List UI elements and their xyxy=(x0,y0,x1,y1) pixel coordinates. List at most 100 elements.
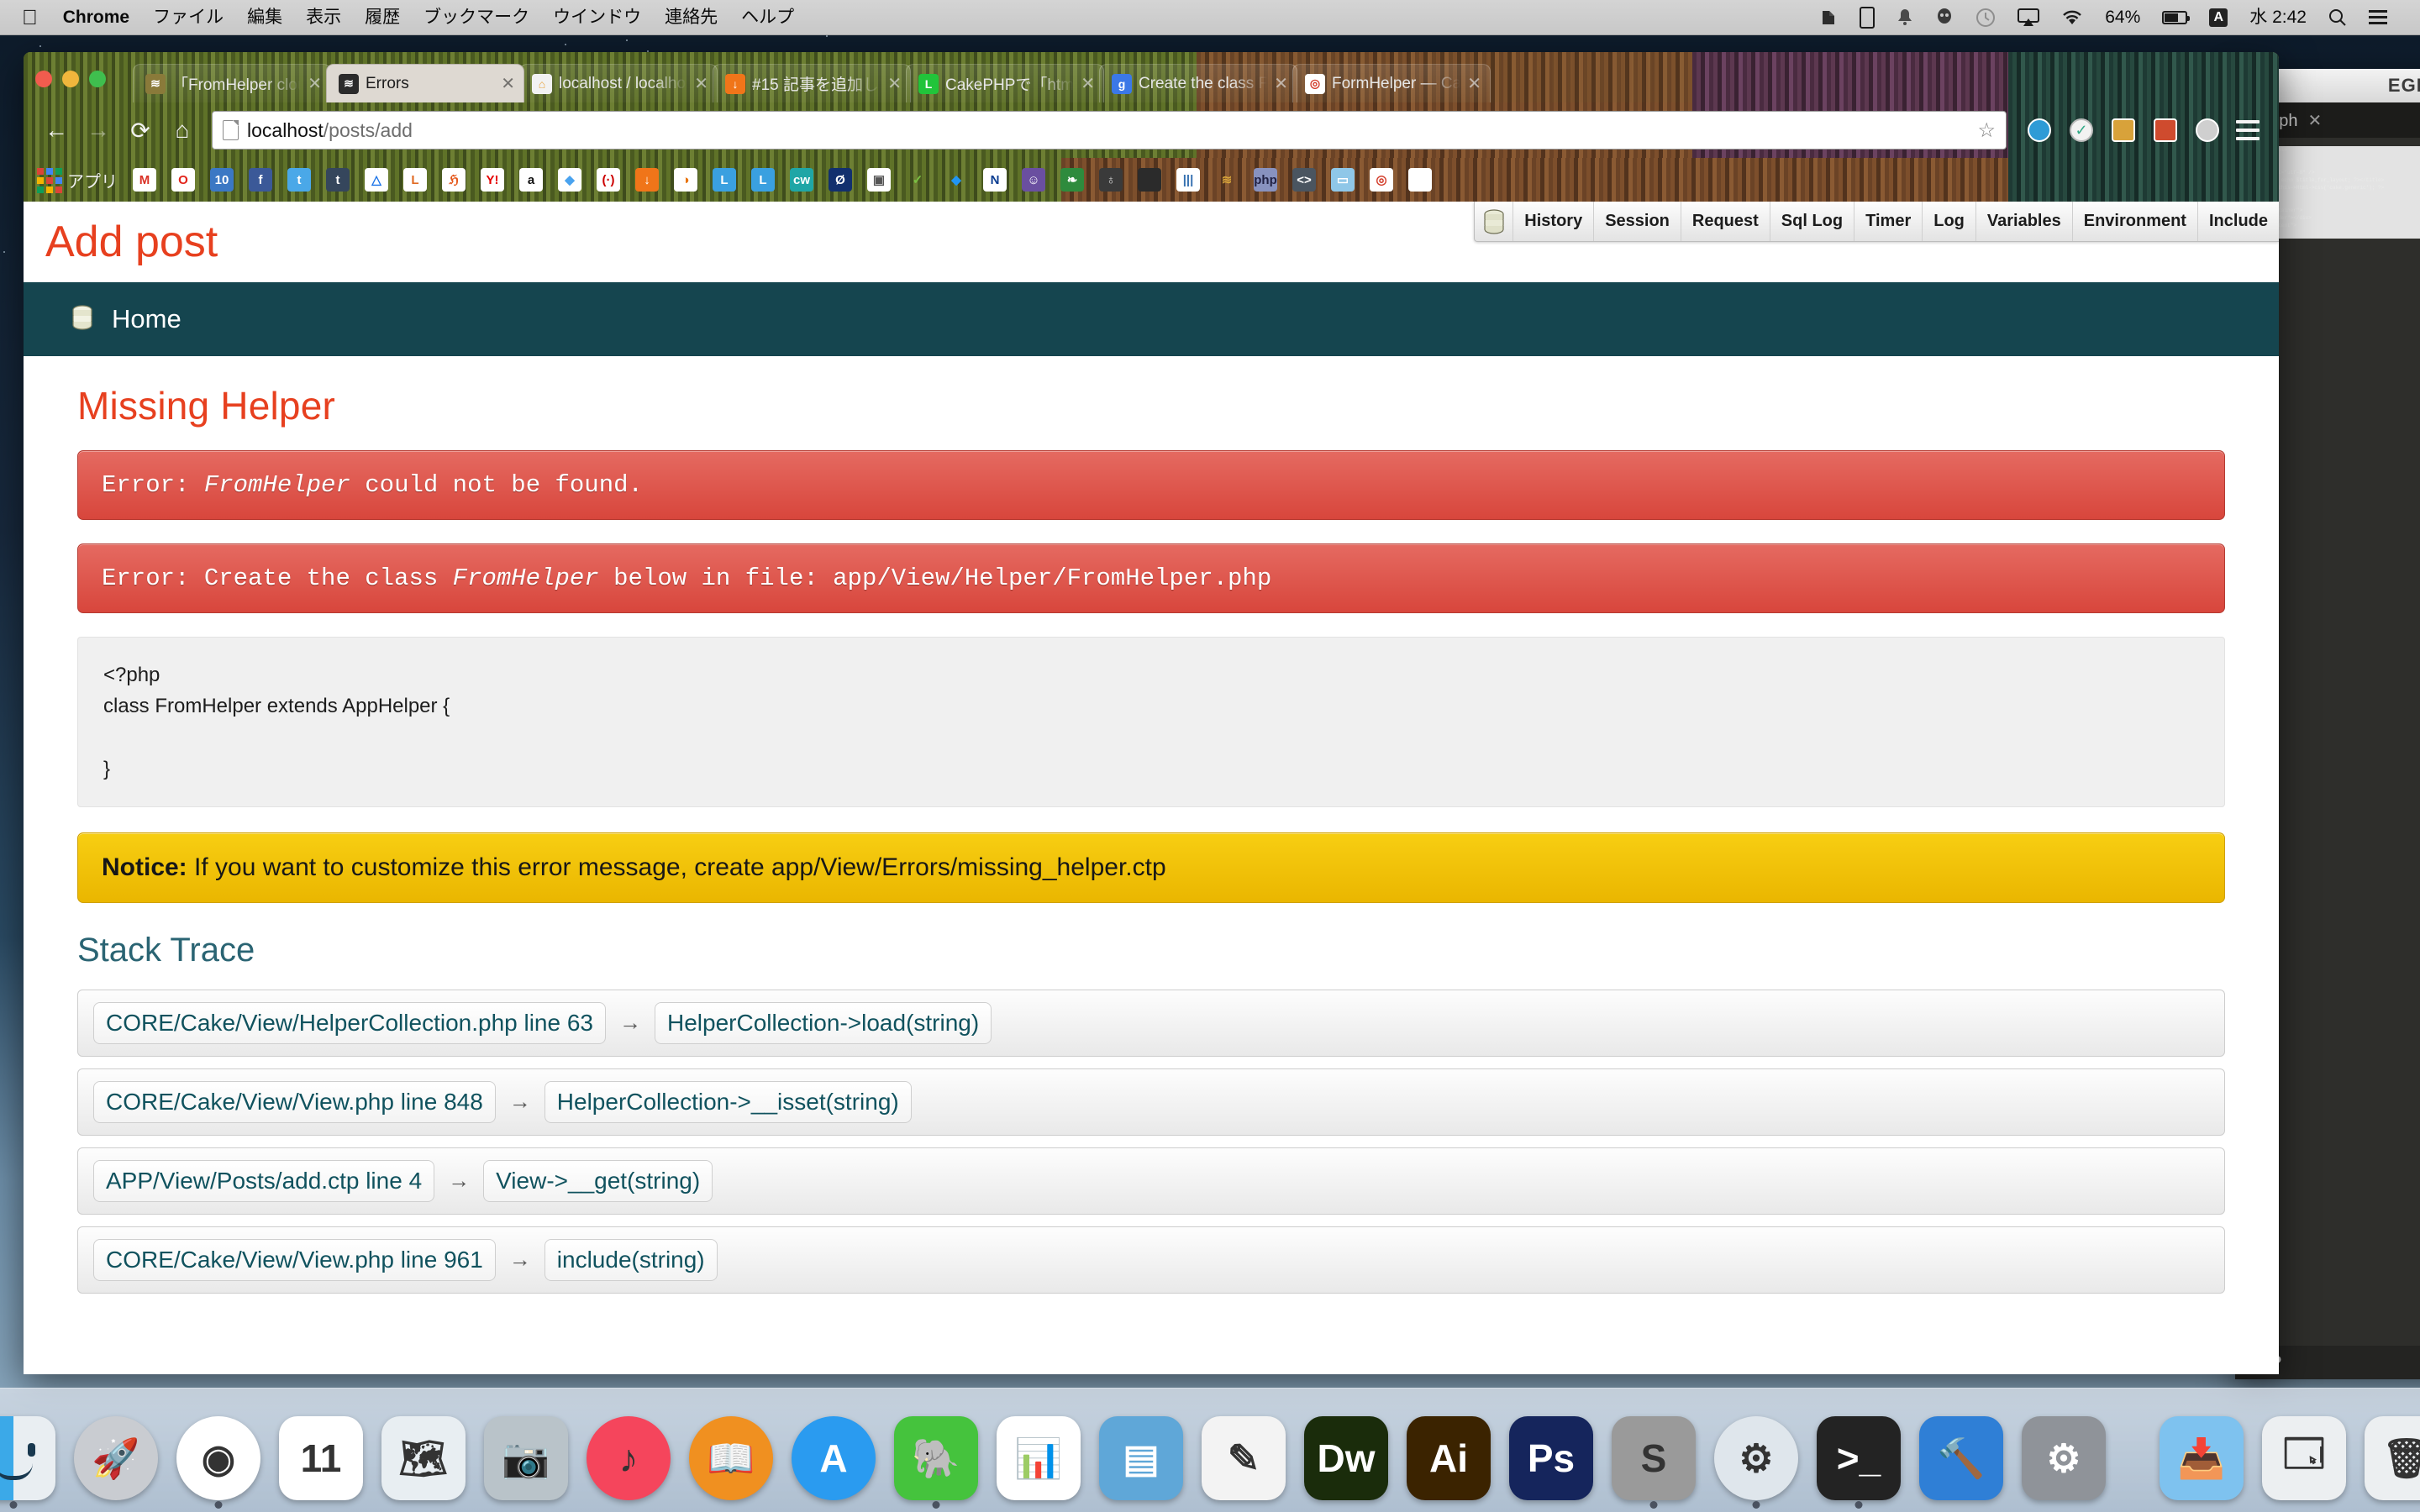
stack-trace-row[interactable]: APP/View/Posts/add.ctp line 4 → View->__ge… xyxy=(77,1147,2225,1215)
dock-item-downloads-stack[interactable]: 📥 xyxy=(2156,1410,2247,1500)
stack-trace-file[interactable]: CORE/Cake/View/HelperCollection.php line… xyxy=(93,1002,606,1044)
menu-item-chrome[interactable]: Chrome xyxy=(51,0,141,35)
breadcrumb-link-home[interactable]: Home xyxy=(112,304,182,334)
dock-item-finder[interactable] xyxy=(0,1410,59,1500)
stack-trace-row[interactable]: CORE/Cake/View/View.php line 848 → HelperC… xyxy=(77,1068,2225,1136)
extension-lightbulb-icon[interactable] xyxy=(2186,109,2228,151)
browser-tab[interactable]: L CakePHPで「htmlHe ✕ xyxy=(906,64,1104,102)
debug-tab-log[interactable]: Log xyxy=(1923,202,1976,241)
bookmark-item[interactable]: f xyxy=(241,168,280,192)
address-bar[interactable]: localhost/posts/add ☆ xyxy=(212,111,2007,150)
time-machine-icon[interactable] xyxy=(1965,8,2007,28)
menu-item-view[interactable]: 表示 xyxy=(294,0,353,35)
tab-close-icon[interactable]: ✕ xyxy=(308,73,322,94)
star-icon[interactable]: ☆ xyxy=(1977,118,1996,143)
debug-tab-sql-log[interactable]: Sql Log xyxy=(1770,202,1854,241)
stack-trace-row[interactable]: CORE/Cake/View/View.php line 961 → include… xyxy=(77,1226,2225,1294)
menu-item-history[interactable]: 履歴 xyxy=(353,0,412,35)
stack-trace-call[interactable]: HelperCollection->load(string) xyxy=(655,1002,992,1044)
bookmark-item[interactable]: ✓ xyxy=(898,168,937,192)
bookmark-item[interactable]: Y! xyxy=(473,168,512,192)
bookmark-item[interactable]: t xyxy=(280,168,318,192)
bell-icon[interactable] xyxy=(1886,8,1924,28)
browser-tab-active[interactable]: ≋ Errors ✕ xyxy=(326,64,524,102)
dock-item-appstore[interactable]: A xyxy=(788,1410,879,1500)
forward-arrow-icon[interactable]: → xyxy=(77,109,119,151)
bookmark-item[interactable]: L xyxy=(705,168,744,192)
debug-tab-session[interactable]: Session xyxy=(1594,202,1681,241)
tab-close-icon[interactable]: ✕ xyxy=(1274,73,1288,94)
tab-list[interactable]: ≋ 「FromHelper cloud ✕ ≋ Errors ✕ ⌂ local… xyxy=(133,64,1486,102)
tab-close-icon[interactable]: ✕ xyxy=(501,73,515,94)
menu-item-help[interactable]: ヘルプ xyxy=(729,0,806,35)
extension-globe-icon[interactable] xyxy=(2018,109,2060,151)
cakephp-logo-icon[interactable] xyxy=(1475,202,1513,241)
wifi-icon[interactable] xyxy=(2050,8,2094,27)
dock-item-xcode[interactable]: 🔨 xyxy=(1916,1410,2007,1500)
minimize-button[interactable] xyxy=(62,71,79,87)
bookmark-apps[interactable]: アプリ xyxy=(30,168,125,192)
tab-close-icon[interactable]: ✕ xyxy=(1081,73,1095,94)
bookmark-item[interactable]: L xyxy=(744,168,782,192)
bookmark-item[interactable]: Ø xyxy=(821,168,860,192)
bookmark-item[interactable]: ||| xyxy=(1169,168,1207,192)
dock-item-evernote[interactable]: 🐘 xyxy=(891,1410,981,1500)
stack-trace-file[interactable]: APP/View/Posts/add.ctp line 4 xyxy=(93,1160,434,1202)
stack-trace-file[interactable]: CORE/Cake/View/View.php line 848 xyxy=(93,1081,496,1123)
airplay-icon[interactable] xyxy=(2007,8,2050,28)
browser-tab[interactable]: ◎ FormHelper — CakeP ✕ xyxy=(1292,64,1491,102)
device-icon[interactable] xyxy=(1849,7,1886,29)
bookmark-item[interactable] xyxy=(1401,168,1439,192)
bookmark-item[interactable]: ◑ xyxy=(666,168,705,192)
debug-tab-request[interactable]: Request xyxy=(1681,202,1770,241)
menu-item-file[interactable]: ファイル xyxy=(141,0,235,35)
debug-tab-timer[interactable]: Timer xyxy=(1854,202,1923,241)
menu-item-window[interactable]: ウインドウ xyxy=(541,0,653,35)
debug-tab-include[interactable]: Include xyxy=(2198,202,2279,241)
menu-bar-items[interactable]:  Chrome ファイル 編集 表示 履歴 ブックマーク ウインドウ 連絡先 … xyxy=(0,0,806,35)
menu-bar-status-items[interactable]: 64% A 水 2:42 xyxy=(1808,0,2420,35)
clock-label[interactable]: 水 2:42 xyxy=(2238,0,2317,35)
bookmark-item[interactable]: ▣ xyxy=(860,168,898,192)
zoom-button[interactable] xyxy=(89,71,106,87)
bookmarks-bar[interactable]: アプリ M O 10 f t t △ L ℌ Y! a ◆ (·) ↓ ◑ L Lcw Ø ▣ ✓ ◆ N ☺ ❧ ♁ ||| ≋ p… xyxy=(24,158,2279,202)
dock-item-illustrator[interactable]: Ai xyxy=(1403,1410,1494,1500)
bookmark-item[interactable]: ❧ xyxy=(1053,168,1092,192)
extension-pen-icon[interactable] xyxy=(2144,109,2186,151)
mac-dock[interactable]: 🚀 ◉ 11 🗺 📷 ♪ 📖 A 🐘 📊 ▤ ✎ Dw Ai Ps S ⚙ >_ 🔨 ⚙ 📥 🗔 🗑 xyxy=(0,1388,2420,1512)
bookmark-item[interactable]: t xyxy=(318,168,357,192)
back-arrow-icon[interactable]: ← xyxy=(35,109,77,151)
bookmark-item[interactable]: ◎ xyxy=(1362,168,1401,192)
dock-item-system-prefs-gear[interactable]: ⚙ xyxy=(1711,1410,1802,1500)
dock-item-sublime-text[interactable]: S xyxy=(1608,1410,1699,1500)
menu-item-bookmarks[interactable]: ブックマーク xyxy=(412,0,541,35)
browser-tab[interactable]: g Create the class From ✕ xyxy=(1099,64,1297,102)
chrome-toolbar[interactable]: ← → ⟳ ⌂ localhost/posts/add ☆ ✓ xyxy=(24,102,2279,158)
apple-logo-icon[interactable]:  xyxy=(18,0,51,35)
bookmark-item[interactable]: ℌ xyxy=(434,168,473,192)
dock-item-documents-stack[interactable]: 🗔 xyxy=(2259,1410,2349,1500)
stack-trace-call[interactable]: HelperCollection->__isset(string) xyxy=(544,1081,912,1123)
dock-item-dreamweaver[interactable]: Dw xyxy=(1301,1410,1392,1500)
bookmark-item[interactable]: ◆ xyxy=(937,168,976,192)
dock-item-pages[interactable]: ✎ xyxy=(1198,1410,1289,1500)
bookmark-item[interactable]: php xyxy=(1246,168,1285,192)
bookmark-item[interactable]: ▭ xyxy=(1323,168,1362,192)
bookmark-item[interactable]: O xyxy=(164,168,203,192)
mac-menu-bar[interactable]:  Chrome ファイル 編集 表示 履歴 ブックマーク ウインドウ 連絡先 … xyxy=(0,0,2420,35)
tab-close-icon[interactable]: ✕ xyxy=(1467,73,1481,94)
stack-trace-row[interactable]: CORE/Cake/View/HelperCollection.php line… xyxy=(77,990,2225,1057)
bookmark-item[interactable]: M xyxy=(125,168,164,192)
bookmark-item[interactable]: N xyxy=(976,168,1014,192)
browser-tab[interactable]: ⌂ localhost / localhost ✕ xyxy=(519,64,718,102)
debug-tab-variables[interactable]: Variables xyxy=(1976,202,2073,241)
dropbox-icon[interactable] xyxy=(1924,8,1965,28)
bookmark-item[interactable]: a xyxy=(512,168,550,192)
battery-icon[interactable] xyxy=(2151,11,2198,24)
reload-icon[interactable]: ⟳ xyxy=(119,109,161,151)
stack-trace-call[interactable]: View->__get(string) xyxy=(483,1160,713,1202)
chrome-tab-strip[interactable]: ≋ 「FromHelper cloud ✕ ≋ Errors ✕ ⌂ local… xyxy=(24,52,2279,102)
dock-item-trash[interactable]: 🗑 xyxy=(2361,1410,2420,1500)
dock-item-keynote[interactable]: ▤ xyxy=(1096,1410,1186,1500)
hamburger-menu-icon[interactable] xyxy=(2228,120,2267,140)
